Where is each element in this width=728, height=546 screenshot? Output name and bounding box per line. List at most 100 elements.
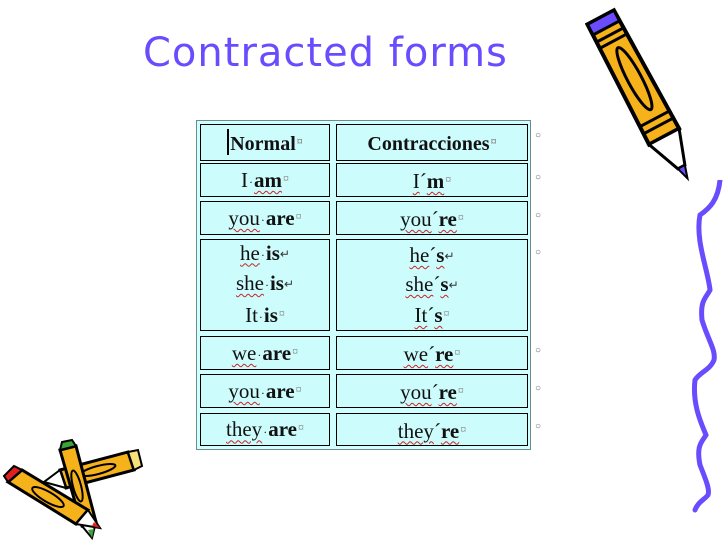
verb: re <box>438 207 457 231</box>
table-cell-normal: I·am¤ <box>200 163 330 197</box>
cell-line: she´s↵ <box>405 270 458 299</box>
line-break-mark: ↵ <box>279 246 290 261</box>
cell-end-mark: ¤ <box>457 383 464 397</box>
header-normal-label: Normal <box>230 133 296 155</box>
pronoun: we <box>403 342 429 366</box>
cell-end-mark: ¤ <box>296 134 303 148</box>
table-cell-normal: we·are¤ <box>200 336 330 370</box>
slide-title: Contracted forms <box>143 30 508 76</box>
verb: is <box>265 240 280 265</box>
verb: re <box>438 380 457 404</box>
cell-end-mark: ¤ <box>295 381 302 396</box>
text-cursor <box>227 129 230 155</box>
row-end-mark: ○ <box>535 210 542 221</box>
table-cell-contracted: they´re¤ <box>336 413 528 446</box>
separator: ´ <box>431 207 439 231</box>
cell-end-mark: ¤ <box>443 306 450 320</box>
cell-end-mark: ¤ <box>454 345 461 359</box>
verb: s <box>434 303 443 327</box>
cell-end-mark: ¤ <box>460 421 467 436</box>
table-cell-normal: you·are¤ <box>200 201 330 235</box>
cell-line: I´m¤ <box>413 165 452 195</box>
cell-line: you´re¤ <box>400 203 464 233</box>
table-cell-contracted: we´re¤ <box>336 336 528 370</box>
cell-line: we·are¤ <box>232 337 298 369</box>
cell-line: you·are¤ <box>228 375 301 407</box>
cell-end-mark: ¤ <box>278 306 285 321</box>
cell-end-mark: ¤ <box>297 420 304 435</box>
cell-line: I·am¤ <box>241 164 289 196</box>
separator: · <box>260 213 265 228</box>
verb: am <box>254 167 282 192</box>
pronoun: she <box>405 272 434 296</box>
squiggle-line-decoration <box>691 180 723 513</box>
verb: is <box>269 270 284 295</box>
verb: are <box>265 378 295 403</box>
cell-line: It·is¤ <box>245 299 285 331</box>
cell-end-mark: ¤ <box>295 208 302 223</box>
row-end-mark: ○ <box>535 383 542 394</box>
verb: re <box>435 342 454 366</box>
table-cell-normal: he·is↵ she·is↵ It·is¤ <box>200 239 330 331</box>
header-contracted: Contracciones¤ <box>336 124 528 161</box>
cell-line: we´re¤ <box>404 338 461 368</box>
pronoun: we <box>231 340 257 365</box>
cell-line: you·are¤ <box>228 202 301 234</box>
separator: · <box>264 278 269 293</box>
verb: are <box>262 340 292 365</box>
table-cell-contracted: you´re¤ <box>336 374 528 408</box>
cell-line: you´re¤ <box>400 376 464 406</box>
separator: · <box>257 348 262 363</box>
row-end-mark: ○ <box>535 172 542 183</box>
cell-line: he´s↵ <box>409 241 454 270</box>
crossed-pencils-icon <box>2 438 144 541</box>
line-break-mark: ↵ <box>448 278 459 292</box>
separator: ´ <box>433 418 441 443</box>
pronoun: you <box>228 205 260 230</box>
table-cell-contracted: you´re¤ <box>336 201 528 235</box>
separator: · <box>260 386 265 401</box>
separator: · <box>260 247 265 262</box>
verb: re <box>440 418 460 443</box>
verb: are <box>265 205 295 230</box>
table-cell-normal: they·are¤ <box>200 413 330 446</box>
pronoun: It <box>245 303 258 328</box>
header-normal: Normal¤ <box>200 124 330 161</box>
pronoun: she <box>235 270 264 295</box>
pronoun: you <box>400 380 432 404</box>
separator: · <box>258 310 263 325</box>
cell-end-mark: ¤ <box>445 172 452 186</box>
pronoun: they <box>226 417 263 442</box>
pronoun: they <box>397 418 434 443</box>
cell-line: he·is↵ <box>240 239 290 269</box>
cell-end-mark: ¤ <box>457 210 464 224</box>
verb: is <box>263 303 278 328</box>
verb: s <box>440 272 449 296</box>
cell-line: they·are¤ <box>226 413 304 445</box>
pronoun: you <box>228 378 260 403</box>
pronoun: he <box>409 243 430 267</box>
separator: · <box>263 424 268 439</box>
row-end-mark: ○ <box>535 345 542 356</box>
verb: m <box>426 169 445 193</box>
line-break-mark: ↵ <box>283 276 295 291</box>
pronoun: I <box>412 169 420 193</box>
separator: · <box>249 175 253 190</box>
table-cell-contracted: he´s↵ she´s↵ It´s¤ <box>336 239 528 331</box>
cell-end-mark: ¤ <box>292 343 299 358</box>
cell-line: she·is↵ <box>236 269 294 299</box>
pronoun: you <box>400 207 432 231</box>
verb: are <box>268 417 297 442</box>
row-end-mark: ○ <box>535 421 542 432</box>
row-end-mark: ○ <box>535 247 542 258</box>
pronoun: he <box>240 240 260 265</box>
cell-end-mark: ¤ <box>283 170 289 185</box>
pronoun: I <box>241 167 248 192</box>
cell-end-mark: ¤ <box>490 134 497 148</box>
separator: ´ <box>419 169 427 193</box>
header-contracted-label: Contracciones <box>367 133 490 155</box>
cell-line: they´re¤ <box>398 415 466 445</box>
cell-line: It´s¤ <box>414 299 449 329</box>
line-break-mark: ↵ <box>444 249 455 263</box>
pencil-icon <box>585 7 690 182</box>
